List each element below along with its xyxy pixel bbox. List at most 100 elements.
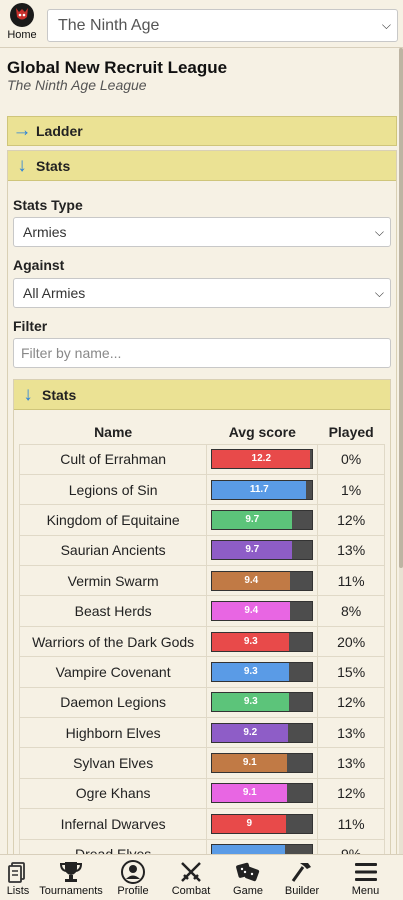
nav-lists[interactable]: Lists (0, 855, 36, 900)
score-value: 12.2 (251, 453, 272, 465)
score-bar: 11.7 (211, 479, 314, 500)
avg-score-cell: 12.2 (206, 443, 319, 475)
swords-icon (179, 859, 203, 885)
army-name: Infernal Dwarves (18, 808, 208, 840)
table-row[interactable]: Warriors of the Dark Gods 9.3 20% (18, 625, 385, 658)
menu-icon (354, 859, 378, 885)
score-bar: 9.2 (211, 722, 314, 743)
inner-stats-panel: ↓ Stats Name Avg score Played Cult of Er… (13, 379, 391, 854)
score-bar: 9.4 (211, 570, 314, 591)
table-row[interactable]: Vermin Swarm 9.4 11% (18, 565, 385, 597)
nav-combat[interactable]: Combat (160, 855, 222, 900)
home-button[interactable]: Home (3, 3, 41, 45)
table-row[interactable]: Highborn Elves 9.2 13% (18, 717, 385, 749)
army-name: Legions of Sin (18, 473, 208, 506)
nav-label: Menu (351, 885, 380, 897)
table-row[interactable]: Legions of Sin 11.7 1% (18, 473, 385, 506)
avg-score-cell: 9.4 (206, 595, 319, 627)
bottom-nav: Lists Tournaments Profile Combat Game Bu… (0, 854, 403, 900)
nav-label: Profile (117, 885, 149, 897)
score-value (212, 845, 285, 854)
avg-score-cell: 9.3 (206, 656, 319, 688)
col-name-header[interactable]: Name (20, 420, 207, 444)
scrollbar-thumb[interactable] (399, 48, 403, 568)
score-value: 9.3 (243, 665, 258, 677)
table-row[interactable]: Ogre Khans 9.1 12% (18, 777, 385, 810)
table-row[interactable]: Beast Herds 9.4 8% (18, 595, 385, 627)
army-name: Daemon Legions (18, 686, 208, 719)
arrow-down-icon: ↓ (17, 154, 27, 176)
arrow-right-icon: → (12, 120, 32, 141)
table-row[interactable]: Vampire Covenant 9.3 15% (18, 656, 385, 688)
hammer-icon (290, 859, 314, 885)
avg-score-cell: 9.4 (206, 565, 319, 597)
against-select[interactable]: All Armies ⌵ (13, 278, 391, 308)
army-name: Dread Elves (18, 838, 208, 854)
chevron-down-icon: ⌵ (374, 225, 384, 239)
nav-tournaments[interactable]: Tournaments (36, 855, 106, 900)
army-name: Kingdom of Equitaine (18, 504, 208, 536)
army-name: Vampire Covenant (18, 656, 208, 688)
table-row[interactable]: Kingdom of Equitaine 9.7 12% (18, 504, 385, 536)
stats-label: Stats (36, 157, 71, 174)
stats-type-select[interactable]: Armies ⌵ (13, 217, 391, 247)
played-cell: 11% (317, 808, 385, 840)
score-bar: 9 (211, 813, 314, 834)
table-row[interactable]: Dread Elves 9% (18, 838, 385, 854)
army-name: Beast Herds (18, 595, 208, 627)
league-title: Global New Recruit League (7, 58, 228, 77)
inner-stats-label: Stats (42, 386, 77, 403)
nav-label: Builder (284, 885, 320, 897)
played-cell: 8% (317, 595, 385, 627)
army-name: Vermin Swarm (18, 565, 208, 597)
nav-builder[interactable]: Builder (274, 855, 330, 900)
score-bar: 9.1 (211, 753, 314, 774)
played-cell: 13% (317, 534, 385, 567)
game-select-value: The Ninth Age (58, 17, 160, 34)
trophy-icon (59, 859, 83, 885)
stats-panel: ↓ Stats Stats Type Armies ⌵ Against All … (7, 150, 397, 854)
top-bar: Home The Ninth Age ⌵ (0, 0, 403, 48)
score-value: 9.3 (243, 635, 258, 647)
table-row[interactable]: Saurian Ancients 9.7 13% (18, 534, 385, 567)
avg-score-cell: 9.3 (206, 686, 319, 719)
stats-table-body: Cult of Errahman 12.2 0% Legions of Sin 11.7… (18, 443, 385, 854)
filter-input[interactable]: Filter by name... (13, 338, 391, 368)
score-value: 9.4 (244, 574, 259, 586)
arrow-down-icon: ↓ (23, 383, 33, 405)
score-value: 9.4 (244, 605, 259, 617)
main-content: Global New Recruit League The Ninth Age … (0, 48, 403, 854)
home-logo-icon (10, 3, 34, 27)
stats-table: Name Avg score Played Cult of Errahman 12… (18, 420, 385, 854)
nav-menu[interactable]: Menu (330, 855, 401, 900)
stats-section-header[interactable]: ↓ Stats (8, 151, 396, 181)
army-name: Cult of Errahman (18, 443, 208, 475)
table-row[interactable]: Infernal Dwarves 9 11% (18, 808, 385, 840)
avg-score-cell: 9.1 (206, 747, 319, 779)
score-bar: 9.3 (211, 661, 314, 682)
inner-stats-section-header[interactable]: ↓ Stats (14, 380, 390, 410)
chevron-down-icon: ⌵ (381, 18, 391, 32)
score-value: 9 (246, 817, 253, 829)
score-value: 9.1 (242, 787, 257, 799)
table-row[interactable]: Sylvan Elves 9.1 13% (18, 747, 385, 779)
played-cell: 15% (317, 656, 385, 688)
table-row[interactable]: Daemon Legions 9.3 12% (18, 686, 385, 719)
score-value: 9.7 (245, 544, 260, 556)
score-value: 9.2 (243, 726, 258, 738)
ladder-section-header[interactable]: → Ladder (7, 116, 397, 146)
avg-score-cell: 9.3 (206, 625, 319, 658)
avg-score-cell: 11.7 (206, 473, 319, 506)
col-score-header[interactable]: Avg score (207, 420, 318, 444)
nav-game[interactable]: Game (222, 855, 274, 900)
played-cell: 20% (317, 625, 385, 658)
game-select[interactable]: The Ninth Age ⌵ (47, 9, 398, 42)
col-played-header[interactable]: Played (318, 420, 385, 444)
avg-score-cell: 9.7 (206, 534, 319, 567)
table-row[interactable]: Cult of Errahman 12.2 0% (18, 443, 385, 475)
played-cell: 12% (317, 777, 385, 810)
score-bar (211, 844, 314, 854)
score-value: 11.7 (249, 483, 269, 495)
score-bar: 9.7 (211, 509, 314, 530)
nav-profile[interactable]: Profile (106, 855, 160, 900)
